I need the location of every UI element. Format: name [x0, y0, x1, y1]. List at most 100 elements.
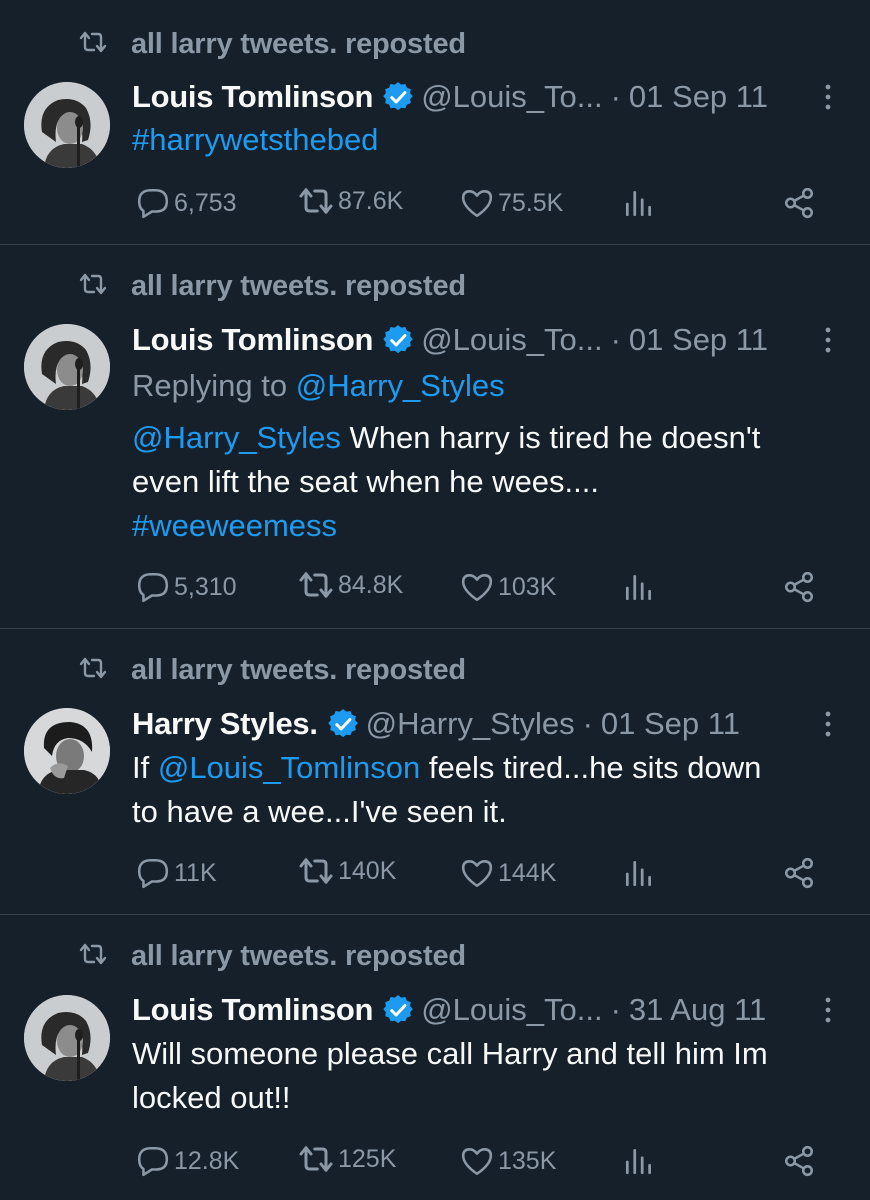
tweet-text-line: If @Louis_Tomlinson feels tired...he sit…: [132, 746, 852, 790]
reply-icon: [136, 186, 170, 220]
like-icon: [460, 856, 494, 890]
views-button[interactable]: [622, 1144, 656, 1178]
repost-label: all larry tweets. reposted: [131, 28, 466, 60]
replying-to-handle[interactable]: @Harry_Styles: [296, 368, 505, 403]
mention-link[interactable]: @Louis_Tomlinson: [158, 750, 420, 785]
repost-button[interactable]: 125K: [298, 1144, 396, 1174]
repost-button[interactable]: 84.8K: [298, 570, 403, 600]
tweet-text: Will someone please call Harry and tell …: [132, 1032, 852, 1120]
repost-button[interactable]: 87.6K: [298, 186, 403, 216]
hashtag-link[interactable]: #harrywetsthebed: [132, 122, 378, 157]
avatar[interactable]: [24, 708, 110, 794]
handle[interactable]: @Louis_To...: [421, 79, 602, 115]
like-button[interactable]: 103K: [460, 570, 556, 604]
reply-icon: [136, 1144, 170, 1178]
tweet-text-line: locked out!!: [132, 1080, 291, 1115]
repost-count: 125K: [338, 1144, 397, 1173]
display-name[interactable]: Louis Tomlinson: [132, 79, 373, 115]
separator-dot: ·: [610, 322, 621, 357]
repost-label: all larry tweets. reposted: [131, 654, 466, 686]
verified-badge-icon[interactable]: [383, 82, 413, 112]
more-icon[interactable]: [818, 709, 838, 739]
handle[interactable]: @Louis_To...: [421, 992, 602, 1028]
repost-count: 140K: [338, 856, 397, 885]
tweet-date[interactable]: 31 Aug 11: [629, 992, 766, 1028]
share-button[interactable]: [782, 570, 816, 604]
verified-badge-icon[interactable]: [383, 995, 413, 1025]
like-count: 103K: [498, 572, 557, 601]
views-button[interactable]: [622, 856, 656, 890]
retweet-icon: [298, 1144, 334, 1174]
tweet-text: @Harry_Styles When harry is tired he doe…: [132, 416, 852, 548]
tweet-header: Louis Tomlinson @Louis_To... · 01 Sep 11: [132, 75, 768, 119]
tweet-text-line: @Harry_Styles When harry is tired he doe…: [132, 416, 852, 460]
hashtag-link[interactable]: #weeweemess: [132, 508, 337, 543]
reply-icon: [136, 856, 170, 890]
like-count: 75.5K: [498, 188, 564, 217]
more-icon[interactable]: [818, 995, 838, 1025]
divider: [0, 244, 870, 245]
avatar[interactable]: [24, 995, 110, 1081]
repost-context: all larry tweets. reposted: [0, 22, 870, 62]
like-count: 135K: [498, 1146, 557, 1175]
share-button[interactable]: [782, 186, 816, 220]
more-icon[interactable]: [818, 325, 838, 355]
views-button[interactable]: [622, 570, 656, 604]
reply-count: 12.8K: [174, 1146, 240, 1175]
repost-label: all larry tweets. reposted: [131, 940, 466, 972]
share-icon: [782, 570, 816, 604]
reply-button[interactable]: 6,753: [136, 186, 237, 220]
retweet-icon: [79, 656, 107, 680]
tweet-header: Louis Tomlinson @Louis_To... · 31 Aug 11: [132, 988, 766, 1032]
like-count: 144K: [498, 858, 557, 887]
verified-badge-icon[interactable]: [383, 325, 413, 355]
display-name[interactable]: Louis Tomlinson: [132, 992, 373, 1028]
retweet-icon: [79, 272, 107, 296]
reply-button[interactable]: 12.8K: [136, 1144, 239, 1178]
mention-link[interactable]: @Harry_Styles: [132, 420, 341, 455]
tweet-date[interactable]: 01 Sep 11: [601, 706, 740, 742]
replying-to: Replying to @Harry_Styles: [132, 364, 852, 408]
avatar[interactable]: [24, 324, 110, 410]
more-icon[interactable]: [818, 82, 838, 112]
retweet-icon: [79, 30, 107, 54]
share-icon: [782, 856, 816, 890]
tweet-text-line: even lift the seat when he wees....: [132, 464, 599, 499]
like-button[interactable]: 135K: [460, 1144, 556, 1178]
share-button[interactable]: [782, 856, 816, 890]
views-button[interactable]: [622, 186, 656, 220]
reply-button[interactable]: 11K: [136, 856, 217, 890]
divider: [0, 914, 870, 915]
reply-count: 11K: [174, 858, 217, 887]
avatar[interactable]: [24, 82, 110, 168]
like-button[interactable]: 144K: [460, 856, 556, 890]
share-icon: [782, 1144, 816, 1178]
display-name[interactable]: Harry Styles.: [132, 706, 318, 742]
share-button[interactable]: [782, 1144, 816, 1178]
replying-to-prefix: Replying to: [132, 368, 296, 403]
tweet-date[interactable]: 01 Sep 11: [629, 322, 768, 358]
tweet-text: If @Louis_Tomlinson feels tired...he sit…: [132, 746, 852, 834]
display-name[interactable]: Louis Tomlinson: [132, 322, 373, 358]
handle[interactable]: @Harry_Styles: [366, 706, 575, 742]
tweet-date[interactable]: 01 Sep 11: [629, 79, 768, 115]
verified-badge-icon[interactable]: [328, 709, 358, 739]
views-icon: [622, 856, 656, 890]
separator-dot: ·: [610, 79, 621, 114]
tweet-text-prefix: If: [132, 750, 158, 785]
like-icon: [460, 1144, 494, 1178]
views-icon: [622, 570, 656, 604]
handle[interactable]: @Louis_To...: [421, 322, 602, 358]
like-button[interactable]: 75.5K: [460, 186, 563, 220]
retweet-icon: [298, 856, 334, 886]
repost-button[interactable]: 140K: [298, 856, 396, 886]
retweet-icon: [298, 186, 334, 216]
separator-dot: ·: [610, 992, 621, 1027]
tweet-header: Louis Tomlinson @Louis_To... · 01 Sep 11: [132, 318, 768, 362]
reply-icon: [136, 570, 170, 604]
repost-label: all larry tweets. reposted: [131, 270, 466, 302]
repost-context: all larry tweets. reposted: [0, 934, 870, 974]
retweet-icon: [79, 942, 107, 966]
divider: [0, 628, 870, 629]
reply-button[interactable]: 5,310: [136, 570, 237, 604]
